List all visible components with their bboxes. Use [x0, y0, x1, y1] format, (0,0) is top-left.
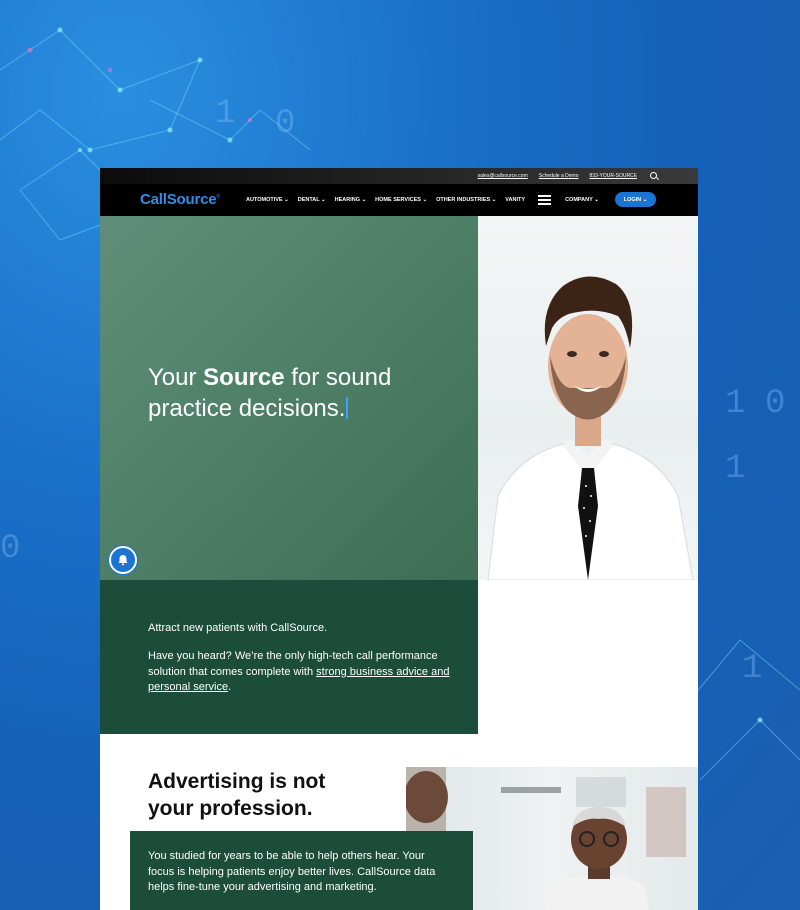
email-link[interactable]: sales@callsource.com	[478, 173, 528, 179]
nav-item-home-services[interactable]: HOME SERVICES ⌄	[375, 197, 427, 203]
bg-digit: 0	[275, 105, 296, 143]
chevron-down-icon: ⌄	[422, 197, 428, 203]
hero-section: Your Source for sound practice decisions…	[100, 216, 698, 580]
hero-green-panel: Your Source for sound practice decisions…	[100, 216, 478, 580]
chevron-down-icon: ⌄	[361, 197, 367, 203]
nav-item-company[interactable]: COMPANY ⌄	[565, 197, 599, 203]
nav-item-other-industries[interactable]: OTHER INDUSTRIES ⌄	[436, 197, 496, 203]
website-screenshot: sales@callsource.com Schedule a Demo 833…	[100, 168, 698, 910]
chevron-down-icon: ⌄	[321, 197, 326, 203]
bell-icon	[118, 555, 128, 566]
logo[interactable]: CallSource®	[140, 191, 220, 208]
menu-icon[interactable]	[538, 195, 552, 205]
advertising-heading: Advertising is not your profession.	[148, 770, 326, 820]
chevron-down-icon: ⌄	[642, 196, 648, 203]
nav-item-dental[interactable]: DENTAL ⌄	[298, 197, 326, 203]
login-button[interactable]: LOGIN ⌄	[615, 192, 656, 207]
main-nav: CallSource® AUTOMOTIVE ⌄ DENTAL ⌄ HEARIN…	[100, 184, 698, 216]
bg-digit: 1	[742, 650, 763, 688]
chevron-down-icon: ⌄	[594, 197, 599, 203]
attract-body-text: Have you heard? We’re the only high-tech…	[148, 650, 450, 693]
advertising-body-text: You studied for years to be able to help…	[148, 850, 436, 893]
logo-text: CallSource	[140, 191, 217, 208]
text-cursor	[346, 397, 348, 419]
hero-headline: Your Source for sound practice decisions…	[148, 364, 392, 422]
bg-digit: 1	[725, 385, 746, 423]
notification-bell-button[interactable]	[109, 546, 137, 574]
chevron-down-icon: ⌄	[491, 197, 497, 203]
chevron-down-icon: ⌄	[284, 197, 289, 203]
utility-bar: sales@callsource.com Schedule a Demo 833…	[100, 168, 698, 184]
bg-digit: 0	[0, 530, 21, 568]
hero-photo-doctor	[478, 216, 698, 580]
search-icon[interactable]	[650, 172, 658, 180]
schedule-demo-link[interactable]: Schedule a Demo	[539, 173, 579, 179]
nav-item-hearing[interactable]: HEARING ⌄	[335, 197, 367, 203]
attract-patients-section: Attract new patients with CallSource. Ha…	[100, 580, 478, 734]
attract-lead-text: Attract new patients with CallSource.	[148, 622, 328, 634]
bg-digit: 1	[215, 95, 236, 133]
bg-digit: 0	[765, 385, 786, 423]
advertising-text-box: You studied for years to be able to help…	[130, 831, 473, 910]
nav-item-vanity[interactable]: VANITY	[505, 197, 525, 203]
bg-digit: 1	[725, 450, 746, 488]
nav-items: AUTOMOTIVE ⌄ DENTAL ⌄ HEARING ⌄ HOME SER…	[246, 184, 608, 216]
phone-link[interactable]: 833-YOUR-SOURCE	[589, 173, 637, 179]
registered-mark: ®	[216, 194, 220, 200]
doctor-photo	[487, 276, 694, 580]
nav-item-automotive[interactable]: AUTOMOTIVE ⌄	[246, 197, 289, 203]
